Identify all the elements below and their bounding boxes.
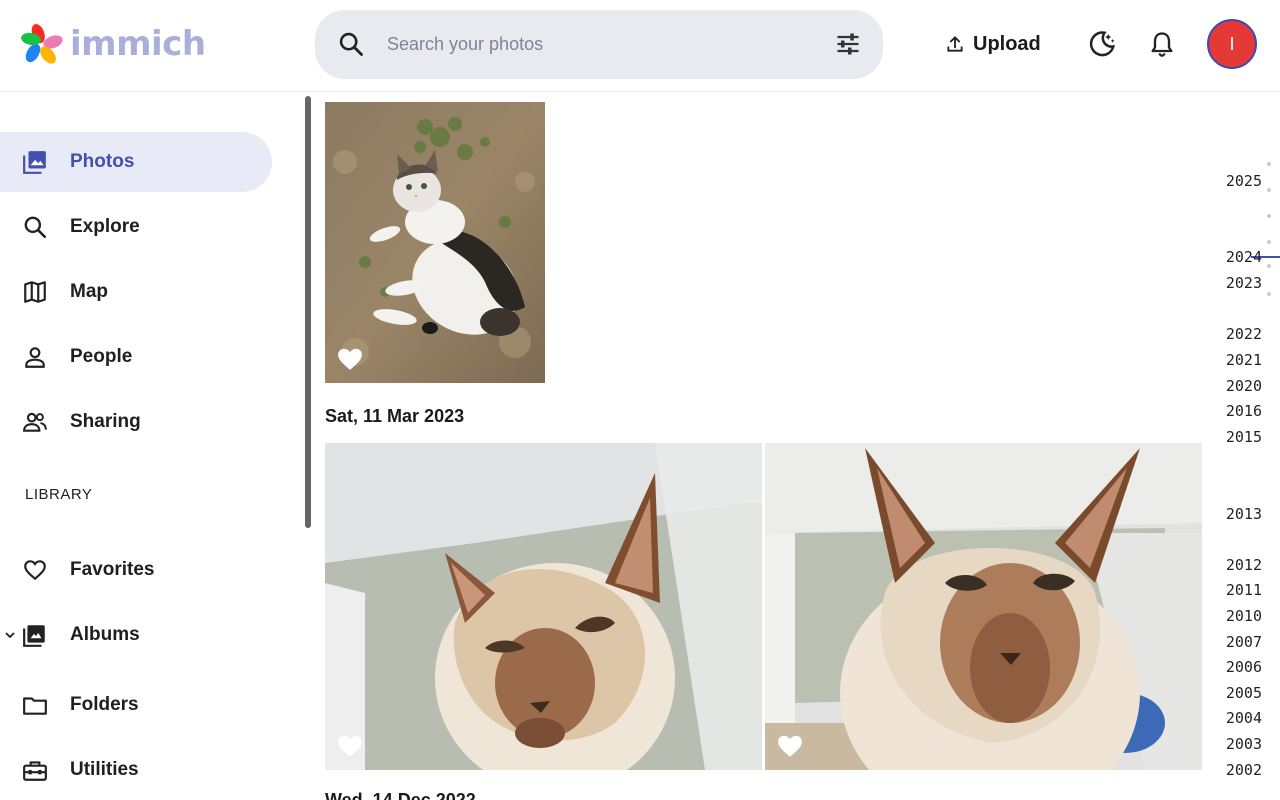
moon-stars-icon bbox=[1089, 31, 1115, 57]
immich-logo[interactable]: immich bbox=[20, 22, 206, 66]
filter-tune-icon[interactable] bbox=[834, 30, 862, 58]
toolbox-icon bbox=[23, 761, 47, 781]
user-avatar[interactable]: I bbox=[1207, 19, 1257, 69]
sidebar-item-label: Utilities bbox=[70, 759, 139, 780]
sidebar-item-label: Folders bbox=[70, 694, 139, 715]
avatar-initial: I bbox=[1229, 33, 1235, 54]
timeline-year-label[interactable]: 2025 bbox=[1226, 172, 1262, 190]
sidebar-item-label: Albums bbox=[70, 624, 140, 645]
timeline-year-label[interactable]: 2022 bbox=[1226, 325, 1262, 343]
timeline-year-label[interactable]: 2006 bbox=[1226, 658, 1262, 676]
photo-thumbnail[interactable] bbox=[325, 102, 545, 383]
sidebar-item-utilities[interactable]: Utilities bbox=[0, 740, 272, 800]
timeline-year-label[interactable]: 2016 bbox=[1226, 402, 1262, 420]
photo-thumbnail[interactable] bbox=[765, 443, 1202, 770]
sidebar-item-photos[interactable]: Photos bbox=[0, 132, 272, 192]
photo-timeline: Sat, 11 Mar 2023 Wed, 14 Dec 2022 bbox=[312, 92, 1217, 800]
timeline-year-label[interactable]: 2024 bbox=[1226, 248, 1262, 266]
timeline-year-label[interactable]: 2004 bbox=[1226, 709, 1262, 727]
sidebar-item-people[interactable]: People bbox=[0, 327, 272, 387]
cat-photo-image bbox=[325, 102, 545, 383]
app-name: immich bbox=[70, 24, 206, 64]
timeline-year-label[interactable]: 2012 bbox=[1226, 556, 1262, 574]
sidebar-item-albums[interactable]: Albums bbox=[0, 605, 272, 665]
timeline-year-label[interactable]: 2011 bbox=[1226, 581, 1262, 599]
siamese-cat-photo-image bbox=[765, 443, 1202, 770]
sidebar: Photos Explore Map People Sharing LIBRAR… bbox=[0, 92, 300, 800]
search-bar[interactable] bbox=[315, 10, 883, 79]
sidebar-item-label: Favorites bbox=[70, 559, 155, 580]
upload-icon bbox=[947, 36, 963, 52]
timeline-year-label[interactable]: 2002 bbox=[1226, 761, 1262, 779]
sidebar-item-folders[interactable]: Folders bbox=[0, 675, 272, 735]
siamese-cat-photo-image bbox=[325, 443, 762, 770]
sidebar-item-label: Explore bbox=[70, 216, 140, 237]
date-group-label: Sat, 11 Mar 2023 bbox=[325, 406, 465, 426]
folder-icon bbox=[23, 697, 47, 715]
sidebar-item-label: Sharing bbox=[70, 411, 141, 432]
timeline-month-dot bbox=[1267, 292, 1271, 296]
timeline-year-label[interactable]: 2023 bbox=[1226, 274, 1262, 292]
search-input[interactable] bbox=[387, 22, 807, 66]
timeline-year-label[interactable]: 2010 bbox=[1226, 607, 1262, 625]
timeline-month-dot bbox=[1267, 162, 1271, 166]
favorite-heart-icon[interactable] bbox=[337, 347, 363, 371]
timeline-month-dot bbox=[1267, 240, 1271, 244]
sidebar-item-sharing[interactable]: Sharing bbox=[0, 392, 272, 452]
timeline-month-dot bbox=[1267, 264, 1271, 268]
heart-outline-icon bbox=[24, 560, 46, 581]
notifications-button[interactable] bbox=[1140, 22, 1184, 66]
sidebar-item-favorites[interactable]: Favorites bbox=[0, 540, 272, 600]
favorite-heart-icon[interactable] bbox=[777, 734, 803, 758]
search-icon[interactable] bbox=[337, 30, 365, 58]
sidebar-item-label: Photos bbox=[70, 151, 135, 172]
sidebar-item-map[interactable]: Map bbox=[0, 262, 272, 322]
chevron-down-icon[interactable] bbox=[4, 629, 16, 641]
album-icon bbox=[23, 625, 45, 647]
timeline-month-dot bbox=[1267, 214, 1271, 218]
timeline-year-label[interactable]: 2007 bbox=[1226, 633, 1262, 651]
map-icon bbox=[24, 281, 46, 303]
timeline-scrubber[interactable]: 2025 2024 2023 2022 2021 2020 2016 2015 2013 2012… bbox=[1217, 92, 1280, 800]
upload-label: Upload bbox=[973, 32, 1041, 55]
search-icon bbox=[24, 216, 47, 239]
timeline-year-label[interactable]: 2005 bbox=[1226, 684, 1262, 702]
upload-button[interactable]: Upload bbox=[945, 26, 1041, 62]
sidebar-item-label: People bbox=[70, 346, 133, 367]
sidebar-item-explore[interactable]: Explore bbox=[0, 197, 272, 257]
bell-icon bbox=[1151, 32, 1173, 57]
timeline-year-label[interactable]: 2021 bbox=[1226, 351, 1262, 369]
timeline-year-label[interactable]: 2013 bbox=[1226, 505, 1262, 523]
library-section-label: LIBRARY bbox=[25, 486, 93, 503]
sidebar-item-label: Map bbox=[70, 281, 108, 302]
timeline-year-label[interactable]: 2015 bbox=[1226, 428, 1262, 446]
group-icon bbox=[23, 412, 47, 432]
timeline-year-label[interactable]: 2003 bbox=[1226, 735, 1262, 753]
date-group-label: Wed, 14 Dec 2022 bbox=[325, 790, 476, 800]
immich-logo-icon bbox=[21, 24, 63, 64]
favorite-heart-icon[interactable] bbox=[337, 734, 363, 758]
sidebar-scrollbar[interactable] bbox=[305, 96, 311, 528]
photos-icon bbox=[23, 151, 46, 174]
person-icon bbox=[25, 347, 45, 368]
timeline-year-label[interactable]: 2020 bbox=[1226, 377, 1262, 395]
timeline-month-dot bbox=[1267, 188, 1271, 192]
theme-toggle-button[interactable] bbox=[1080, 22, 1124, 66]
photo-thumbnail[interactable] bbox=[325, 443, 762, 770]
top-bar: immich Upload bbox=[0, 0, 1280, 92]
